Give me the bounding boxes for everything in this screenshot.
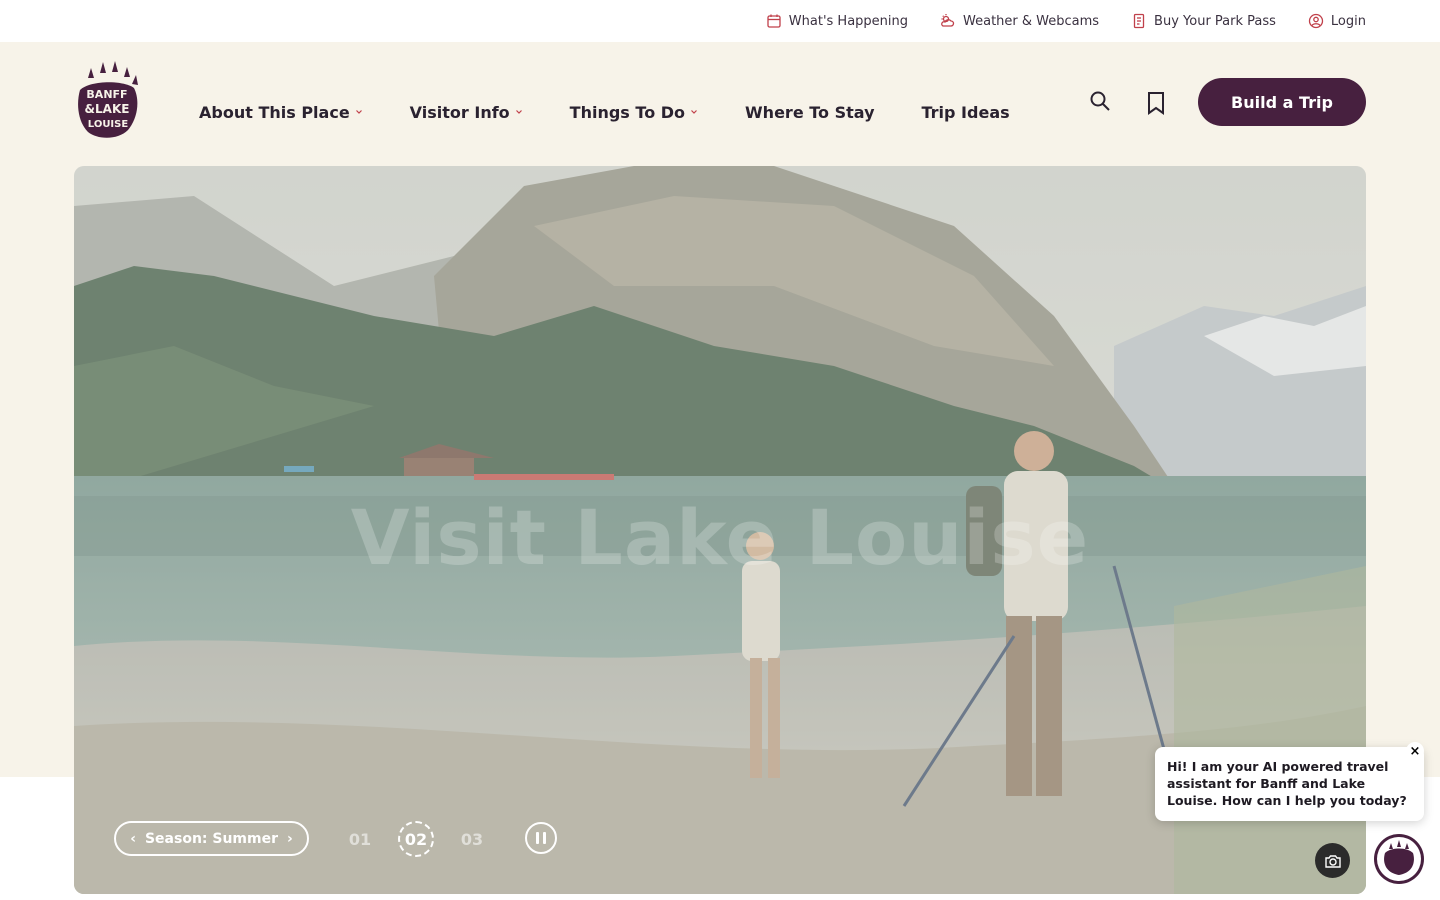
camera-icon	[1324, 854, 1341, 868]
season-label: Season: Summer	[144, 830, 279, 847]
ai-assistant-launcher[interactable]	[1374, 834, 1424, 884]
chevron-down-icon	[355, 110, 362, 114]
chevron-left-icon: ‹	[130, 830, 136, 847]
pause-icon	[536, 832, 539, 844]
chevron-down-icon	[515, 110, 522, 114]
main-header: BANFF &LAKE LOUISE About This Place Visi…	[0, 42, 1440, 166]
bear-paw-logo-icon: BANFF &LAKE LOUISE	[78, 61, 138, 138]
chevron-right-icon: ›	[287, 830, 293, 847]
logo-text-louise: LOUISE	[88, 119, 129, 130]
nav-where-to-stay-label: Where To Stay	[745, 102, 875, 122]
banff-lake-louise-logo[interactable]: BANFF &LAKE LOUISE	[74, 60, 140, 140]
nav-trip-ideas-label: Trip Ideas	[921, 102, 1010, 122]
ai-assistant-message: Hi! I am your AI powered travel assistan…	[1167, 759, 1407, 808]
weather-webcams-link[interactable]: Weather & Webcams	[940, 13, 1099, 29]
chevron-down-icon	[691, 110, 697, 114]
logo-text-lake: &LAKE	[85, 102, 130, 116]
weather-icon	[941, 14, 955, 27]
build-a-trip-button[interactable]: Build a Trip	[1198, 78, 1366, 126]
user-icon	[1308, 13, 1324, 29]
hero-title: Visit Lake Louise	[350, 493, 1090, 582]
photo-credit-button[interactable]	[1315, 843, 1350, 878]
search-icon	[1090, 91, 1110, 111]
bookmark-icon	[1148, 92, 1164, 115]
weather-webcams-label: Weather & Webcams	[963, 13, 1100, 29]
buy-park-pass-label: Buy Your Park Pass	[1154, 13, 1276, 29]
close-icon[interactable]: ×	[1406, 742, 1424, 760]
primary-nav: About This Place Visitor Info Things To …	[199, 100, 1010, 124]
park-pass-icon	[1133, 13, 1145, 29]
assistant-avatar-icon	[1377, 837, 1421, 881]
calendar-icon	[767, 14, 781, 28]
pause-icon	[543, 832, 546, 844]
slide-indicator-03[interactable]: 03	[454, 821, 490, 857]
season-selector-button[interactable]: ‹ Season: Summer ›	[114, 821, 309, 856]
utility-links: What's Happening Weather & Webcams Buy Y…	[766, 0, 1366, 42]
login-label: Login	[1330, 13, 1366, 29]
buy-park-pass-link[interactable]: Buy Your Park Pass	[1131, 13, 1276, 29]
utility-bar: What's Happening Weather & Webcams Buy Y…	[0, 0, 1440, 42]
login-link[interactable]: Login	[1308, 13, 1366, 29]
slide-indicator-02[interactable]: 02	[398, 821, 434, 857]
nav-things-to-do[interactable]: Things To Do	[570, 103, 698, 122]
whats-happening-label: What's Happening	[788, 13, 909, 29]
nav-visitor-info-label: Visitor Info	[409, 102, 510, 122]
nav-trip-ideas[interactable]: Trip Ideas	[922, 103, 1010, 122]
ai-assistant-bubble[interactable]: Hi! I am your AI powered travel assistan…	[1155, 742, 1424, 821]
logo-text-banff: BANFF	[86, 88, 127, 101]
nav-about-this-place-label: About This Place	[199, 102, 350, 122]
slide-indicator-01[interactable]: 01	[342, 821, 378, 857]
whats-happening-link[interactable]: What's Happening	[766, 13, 908, 29]
search-button[interactable]	[1088, 89, 1112, 113]
pause-slideshow-button[interactable]	[525, 822, 557, 854]
nav-about-this-place[interactable]: About This Place	[199, 103, 363, 122]
nav-things-to-do-label: Things To Do	[569, 102, 686, 122]
saved-trips-button[interactable]	[1145, 91, 1167, 115]
nav-where-to-stay[interactable]: Where To Stay	[745, 103, 874, 122]
nav-visitor-info[interactable]: Visitor Info	[410, 103, 523, 122]
